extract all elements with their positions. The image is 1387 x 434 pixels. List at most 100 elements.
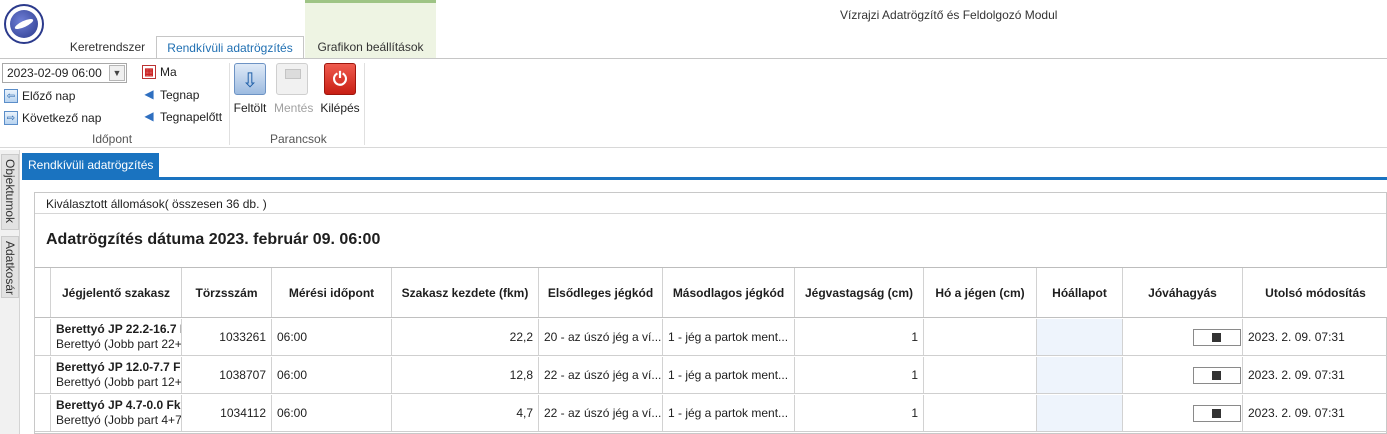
row-indicator[interactable] (35, 357, 51, 393)
cell-id[interactable]: 1034112 (182, 395, 272, 431)
cell-time[interactable]: 06:00 (272, 357, 392, 393)
data-entry-panel: Kiválasztott állomások( összesen 36 db. … (34, 192, 1387, 434)
date-picker-value: 2023-02-09 06:00 (7, 66, 102, 80)
upload-icon (234, 63, 266, 95)
save-label: Mentés (274, 101, 314, 115)
section-sub: Berettyó (Jobb part 4+70 (56, 413, 182, 427)
data-grid: Jégjelentő szakasz Törzsszám Mérési időp… (35, 267, 1387, 434)
cell-fkm[interactable]: 22,2 (392, 319, 539, 355)
cell-secondary-code[interactable]: 1 - jég a partok ment... (663, 319, 795, 355)
today-button[interactable]: ▦ Ma (140, 63, 177, 81)
column-header[interactable]: Hó a jégen (cm) (924, 268, 1037, 317)
row-indicator[interactable] (35, 395, 51, 431)
document-tab[interactable]: Rendkívüli adatrögzítés (22, 153, 160, 177)
yesterday-label: Tegnap (160, 88, 200, 102)
cell-primary-code[interactable]: 22 - az úszó jég a ví... (539, 357, 663, 393)
save-button[interactable]: Mentés (274, 63, 314, 115)
cell-modified[interactable]: 2023. 2. 09. 07:31 (1243, 395, 1387, 431)
floppy-disk-icon (276, 63, 308, 95)
cell-thickness[interactable]: 1 (795, 319, 924, 355)
table-row[interactable]: Berettyó JP 4.7-0.0 Fkm Berettyó (Jobb pa… (35, 395, 1387, 432)
cell-approval (1123, 319, 1243, 355)
cell-snow-state[interactable] (1037, 395, 1123, 431)
side-tab-objektumok[interactable]: Objektumok (1, 154, 19, 230)
document-tab-underline (22, 177, 1387, 180)
column-header[interactable]: Mérési időpont (272, 268, 392, 317)
cell-primary-code[interactable]: 22 - az úszó jég a ví... (539, 395, 663, 431)
approval-toggle[interactable] (1193, 367, 1241, 384)
cell-time[interactable]: 06:00 (272, 395, 392, 431)
column-header[interactable]: Másodlagos jégkód (663, 268, 795, 317)
table-row[interactable]: Berettyó JP 12.0-7.7 Fk Berettyó (Jobb pa… (35, 357, 1387, 394)
divider (35, 213, 1386, 214)
app-logo[interactable] (4, 4, 44, 44)
cell-snow[interactable] (924, 319, 1037, 355)
column-header[interactable]: Jóváhagyás (1123, 268, 1243, 317)
column-header[interactable]: Jégvastagság (cm) (795, 268, 924, 317)
side-tab-label: Adatkosár (3, 241, 17, 296)
triangle-left-icon: ◀ (144, 87, 154, 101)
ribbon-separator (364, 63, 365, 145)
column-header[interactable]: Elsődleges jégkód (539, 268, 663, 317)
group-label-time: Időpont (92, 132, 133, 146)
calendar-icon: ▦ (142, 65, 156, 79)
prev-day-button[interactable]: ⇦ Előző nap (2, 87, 75, 105)
cell-snow[interactable] (924, 357, 1037, 393)
cell-approval (1123, 357, 1243, 393)
section-name: Berettyó JP 4.7-0.0 Fkm (56, 398, 182, 412)
column-header[interactable]: Utolsó módosítás (1243, 268, 1387, 317)
yesterday-button[interactable]: ◀ Tegnap (140, 86, 199, 104)
table-row[interactable]: Berettyó JP 22.2-16.7 F Berettyó (Jobb pa… (35, 319, 1387, 356)
cell-time[interactable]: 06:00 (272, 319, 392, 355)
column-header[interactable]: Törzsszám (182, 268, 272, 317)
cell-primary-code[interactable]: 20 - az úszó jég a ví... (539, 319, 663, 355)
column-header[interactable]: Szakasz kezdete (fkm) (392, 268, 539, 317)
column-header[interactable]: Hóállapot (1037, 268, 1123, 317)
cell-snow-state[interactable] (1037, 357, 1123, 393)
tab-rendkivuli-adatrogzites[interactable]: Rendkívüli adatrögzítés (156, 36, 304, 59)
tab-keretrendszer[interactable]: Keretrendszer (60, 36, 155, 58)
cell-thickness[interactable]: 1 (795, 395, 924, 431)
cell-fkm[interactable]: 12,8 (392, 357, 539, 393)
tab-grafikon-beallitasok[interactable]: Grafikon beállítások (305, 36, 436, 58)
column-header[interactable]: Jégjelentő szakasz (51, 268, 182, 317)
exit-button[interactable]: ⏻ Kilépés (320, 63, 360, 115)
cell-section[interactable]: Berettyó JP 4.7-0.0 Fkm Berettyó (Jobb pa… (51, 395, 182, 431)
chevron-down-icon[interactable]: ▼ (109, 65, 125, 81)
cell-secondary-code[interactable]: 1 - jég a partok ment... (663, 395, 795, 431)
cell-section[interactable]: Berettyó JP 12.0-7.7 Fk Berettyó (Jobb pa… (51, 357, 182, 393)
cell-modified[interactable]: 2023. 2. 09. 07:31 (1243, 357, 1387, 393)
window-title: Vízrajzi Adatrögzítő és Feldolgozó Modul (840, 8, 1058, 22)
page-title: Adatrögzítés dátuma 2023. február 09. 06… (46, 231, 381, 248)
power-icon: ⏻ (324, 63, 356, 95)
cell-section[interactable]: Berettyó JP 22.2-16.7 F Berettyó (Jobb pa… (51, 319, 182, 355)
side-tab-adatkosar[interactable]: Adatkosár (1, 236, 19, 298)
ribbon-separator (229, 63, 230, 145)
cell-id[interactable]: 1033261 (182, 319, 272, 355)
day-before-button[interactable]: ◀ Tegnapelőtt (140, 108, 222, 126)
prev-day-label: Előző nap (22, 89, 76, 103)
cell-secondary-code[interactable]: 1 - jég a partok ment... (663, 357, 795, 393)
next-day-label: Következő nap (22, 111, 102, 125)
date-picker[interactable]: 2023-02-09 06:00 ▼ (2, 63, 127, 83)
selected-stations-info: Kiválasztott állomások( összesen 36 db. … (46, 197, 267, 211)
cell-fkm[interactable]: 4,7 (392, 395, 539, 431)
cell-snow[interactable] (924, 395, 1037, 431)
row-indicator[interactable] (35, 319, 51, 355)
day-before-label: Tegnapelőtt (160, 110, 223, 124)
upload-label: Feltölt (233, 101, 267, 115)
cell-id[interactable]: 1038707 (182, 357, 272, 393)
section-sub: Berettyó (Jobb part 12+8 (56, 375, 182, 389)
approval-toggle[interactable] (1193, 405, 1241, 422)
upload-button[interactable]: Feltölt (232, 63, 268, 115)
cell-thickness[interactable]: 1 (795, 357, 924, 393)
section-sub: Berettyó (Jobb part 22+2 (56, 337, 182, 351)
cell-modified[interactable]: 2023. 2. 09. 07:31 (1243, 319, 1387, 355)
cell-snow-state[interactable] (1037, 319, 1123, 355)
next-day-button[interactable]: ⇨ Következő nap (2, 109, 101, 127)
section-name: Berettyó JP 12.0-7.7 Fk (56, 360, 182, 374)
arrow-right-icon: ⇨ (4, 111, 18, 125)
ribbon: 2023-02-09 06:00 ▼ ⇦ Előző nap ⇨ Követke… (0, 58, 1387, 148)
approval-toggle[interactable] (1193, 329, 1241, 346)
group-label-commands: Parancsok (270, 132, 327, 146)
